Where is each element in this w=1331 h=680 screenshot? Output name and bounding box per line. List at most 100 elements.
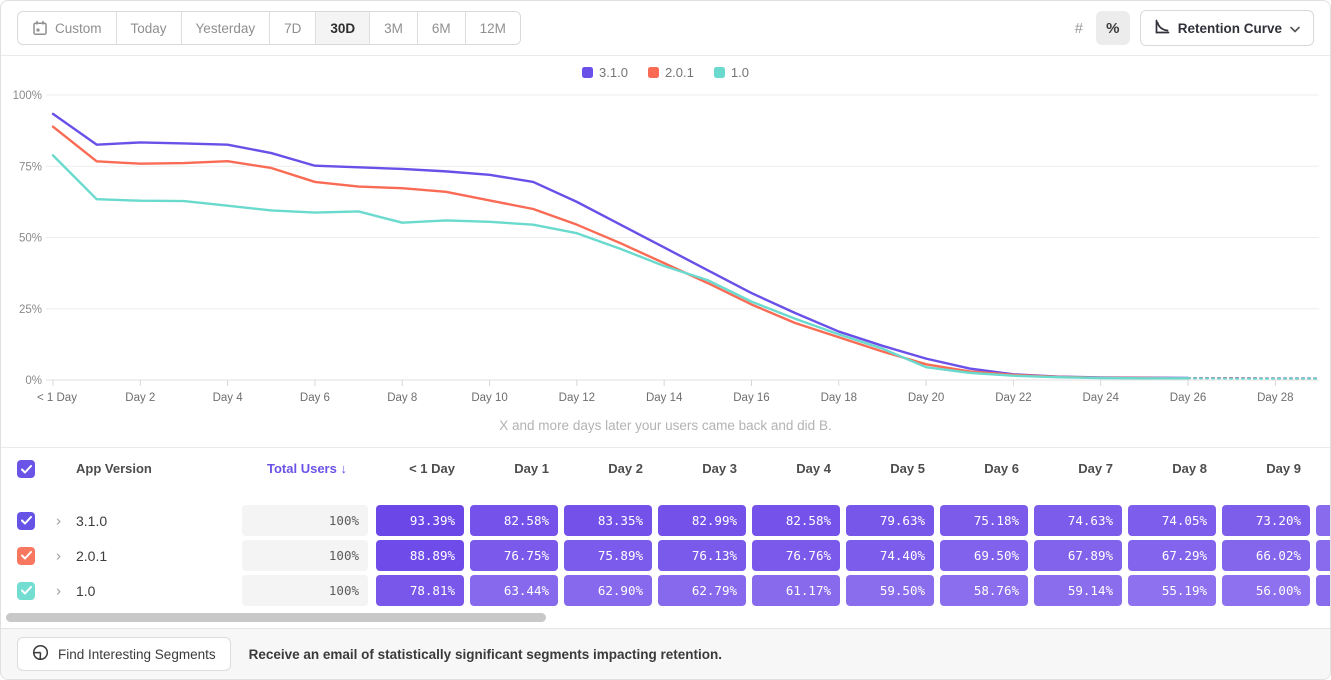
retention-cell-clipped[interactable]	[1316, 575, 1331, 606]
retention-cell[interactable]: 74.40%	[846, 540, 934, 571]
retention-cell[interactable]: 79.63%	[846, 505, 934, 536]
retention-cell[interactable]: 67.29%	[1128, 540, 1216, 571]
retention-cell-clipped[interactable]	[1316, 505, 1331, 536]
retention-curve-icon	[1154, 19, 1170, 38]
day-column-header[interactable]: Day 6	[940, 461, 1019, 476]
chevron-down-icon	[1290, 21, 1300, 36]
day-column-header[interactable]: Day 8	[1128, 461, 1207, 476]
svg-text:Day 28: Day 28	[1257, 392, 1293, 404]
retention-cell[interactable]: 76.75%	[470, 540, 558, 571]
svg-text:Day 10: Day 10	[471, 392, 507, 404]
app-version-label: 2.0.1	[76, 548, 107, 564]
retention-cell[interactable]: 59.50%	[846, 575, 934, 606]
svg-text:Day 8: Day 8	[387, 392, 417, 404]
day-column-header[interactable]: Day 5	[846, 461, 925, 476]
retention-cell[interactable]: 63.44%	[470, 575, 558, 606]
range-button-3m[interactable]: 3M	[370, 12, 418, 44]
retention-cell[interactable]: 69.50%	[940, 540, 1028, 571]
retention-cell[interactable]: 83.35%	[564, 505, 652, 536]
toolbar: CustomTodayYesterday7D30D3M6M12M #% Rete…	[1, 1, 1330, 56]
total-users-cell: 100%	[242, 505, 368, 536]
range-button-30d[interactable]: 30D	[316, 12, 370, 44]
toolbar-right-controls: #% Retention Curve	[1062, 10, 1314, 46]
value-format-toggle: #%	[1062, 11, 1130, 45]
table-row-2.0.1: ›2.0.1100%88.89%76.75%75.89%76.13%76.76%…	[1, 538, 1330, 573]
range-button-6m[interactable]: 6M	[418, 12, 466, 44]
range-button-7d[interactable]: 7D	[270, 12, 316, 44]
svg-text:Day 6: Day 6	[300, 392, 330, 404]
segments-icon	[32, 644, 49, 664]
retention-cell[interactable]: 59.14%	[1034, 575, 1122, 606]
total-users-cell: 100%	[242, 575, 368, 606]
day-column-header[interactable]: Day 3	[658, 461, 737, 476]
segments-button-label: Find Interesting Segments	[58, 647, 216, 662]
table-row-1.0: ›1.0100%78.81%63.44%62.90%62.79%61.17%59…	[1, 573, 1330, 608]
expand-chevron-icon[interactable]: ›	[56, 547, 61, 564]
retention-cell[interactable]: 82.99%	[658, 505, 746, 536]
day-column-header[interactable]: Day 4	[752, 461, 831, 476]
range-button-yesterday[interactable]: Yesterday	[182, 12, 271, 44]
retention-cell[interactable]: 66.02%	[1222, 540, 1310, 571]
retention-cell[interactable]: 76.13%	[658, 540, 746, 571]
retention-cell[interactable]: 76.76%	[752, 540, 840, 571]
retention-cell-clipped[interactable]	[1316, 540, 1331, 571]
scrollbar-thumb[interactable]	[6, 613, 546, 622]
svg-text:Day 18: Day 18	[821, 392, 857, 404]
legend-swatch	[648, 67, 659, 78]
day-column-header[interactable]: < 1 Day	[376, 461, 455, 476]
retention-cell[interactable]: 78.81%	[376, 575, 464, 606]
retention-cell[interactable]: 58.76%	[940, 575, 1028, 606]
legend-item-2.0.1[interactable]: 2.0.1	[648, 65, 694, 80]
svg-text:100%: 100%	[13, 90, 42, 102]
expand-chevron-icon[interactable]: ›	[56, 512, 61, 529]
retention-cell[interactable]: 61.17%	[752, 575, 840, 606]
day-column-header[interactable]: Day 7	[1034, 461, 1113, 476]
chart-legend: 3.1.0 2.0.1 1.0	[1, 56, 1330, 81]
range-button-custom[interactable]: Custom	[18, 12, 117, 44]
retention-cell[interactable]: 56.00%	[1222, 575, 1310, 606]
day-column-header[interactable]: Day 2	[564, 461, 643, 476]
retention-cell[interactable]: 67.89%	[1034, 540, 1122, 571]
range-button-today[interactable]: Today	[117, 12, 182, 44]
retention-cell[interactable]: 88.89%	[376, 540, 464, 571]
retention-line-chart: 0%25%50%75%100%< 1 DayDay 2Day 4Day 6Day…	[1, 81, 1331, 409]
retention-cell[interactable]: 74.63%	[1034, 505, 1122, 536]
retention-cell[interactable]: 82.58%	[470, 505, 558, 536]
chart-type-dropdown[interactable]: Retention Curve	[1140, 10, 1314, 46]
row-checkbox[interactable]	[17, 512, 35, 530]
svg-text:Day 2: Day 2	[125, 392, 155, 404]
retention-cell[interactable]: 75.18%	[940, 505, 1028, 536]
retention-chart: 3.1.02.0.11.0 0%25%50%75%100%< 1 DayDay …	[1, 56, 1330, 448]
row-checkbox[interactable]	[17, 582, 35, 600]
app-version-label: 3.1.0	[76, 513, 107, 529]
date-range-group: CustomTodayYesterday7D30D3M6M12M	[17, 11, 521, 45]
total-users-sort-header[interactable]: Total Users ↓	[267, 461, 347, 476]
retention-cell[interactable]: 82.58%	[752, 505, 840, 536]
expand-chevron-icon[interactable]: ›	[56, 582, 61, 599]
day-column-header[interactable]: Day 1	[470, 461, 549, 476]
retention-cell[interactable]: 75.89%	[564, 540, 652, 571]
percent-format-icon[interactable]: %	[1096, 11, 1130, 45]
retention-table: App Version Total Users ↓ < 1 DayDay 1Da…	[1, 448, 1330, 628]
range-button-12m[interactable]: 12M	[466, 12, 520, 44]
find-interesting-segments-button[interactable]: Find Interesting Segments	[17, 637, 231, 671]
number-format-icon[interactable]: #	[1062, 11, 1096, 45]
svg-text:< 1 Day: < 1 Day	[37, 392, 77, 404]
retention-cell[interactable]: 62.90%	[564, 575, 652, 606]
app-version-label: 1.0	[76, 583, 95, 599]
day-column-header[interactable]: Day 9	[1222, 461, 1301, 476]
select-all-checkbox[interactable]	[17, 460, 35, 478]
retention-cell[interactable]: 73.20%	[1222, 505, 1310, 536]
svg-text:75%: 75%	[19, 161, 42, 173]
legend-item-1.0[interactable]: 1.0	[714, 65, 749, 80]
retention-cell[interactable]: 55.19%	[1128, 575, 1216, 606]
horizontal-scrollbar	[1, 608, 1330, 628]
retention-cell[interactable]: 74.05%	[1128, 505, 1216, 536]
footer-message: Receive an email of statistically signif…	[249, 647, 722, 662]
legend-item-3.1.0[interactable]: 3.1.0	[582, 65, 628, 80]
retention-cell[interactable]: 93.39%	[376, 505, 464, 536]
row-checkbox[interactable]	[17, 547, 35, 565]
retention-cell[interactable]: 62.79%	[658, 575, 746, 606]
svg-text:0%: 0%	[25, 375, 42, 387]
svg-text:Day 16: Day 16	[733, 392, 769, 404]
